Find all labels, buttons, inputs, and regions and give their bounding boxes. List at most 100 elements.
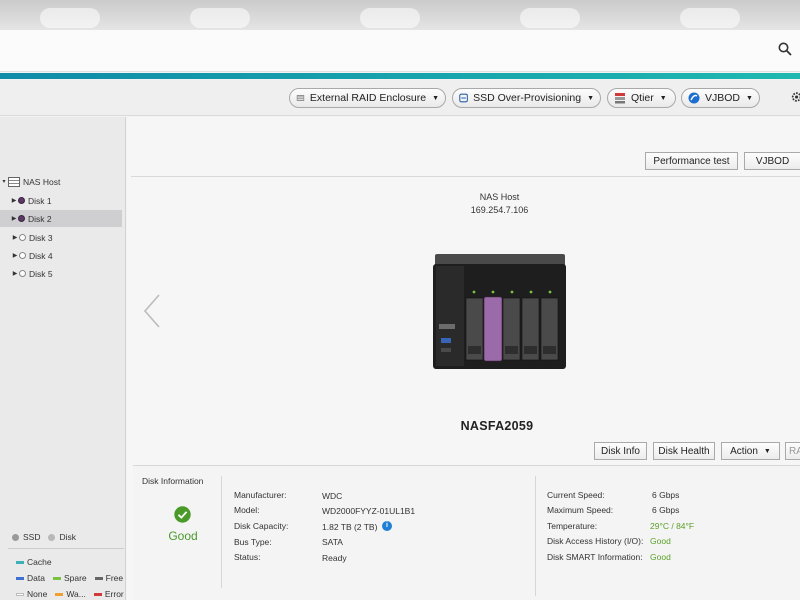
legend-ssd-label: SSD (23, 532, 41, 542)
error-swatch (93, 592, 102, 596)
maximum-speed-label: Maximum Speed: (547, 505, 614, 515)
tree-item-label: Disk 5 (29, 268, 53, 279)
raid-button[interactable]: RA (785, 442, 800, 460)
ssd-over-provisioning-label: SSD Over-Provisioning (473, 92, 582, 104)
tree-item-disk-2[interactable]: ▶ Disk 2 (0, 210, 122, 227)
tree-item-disk-1[interactable]: ▶ Disk 1 (0, 192, 122, 209)
expand-arrow-icon[interactable]: ▶ (11, 270, 19, 277)
warning-swatch (55, 592, 64, 596)
legend-none-label: None (27, 589, 48, 599)
data-swatch (16, 576, 24, 580)
disk-status-icon (19, 252, 26, 259)
action-button[interactable]: Action ▼ (721, 442, 780, 460)
check-circle-icon (174, 506, 191, 523)
legend-type: SSD Disk (12, 532, 76, 542)
cache-swatch (16, 560, 24, 564)
legend-row-1: Data Spare Free (16, 573, 123, 583)
sidebar: ▾ NAS Host ▶ Disk 1 ▶ Disk 2 ▶ Disk 3 ▶ … (0, 117, 126, 600)
status-label: Status: (234, 552, 261, 562)
vjbod-icon (688, 92, 700, 104)
legend-error-label: Error (104, 589, 124, 599)
info-icon[interactable]: i (382, 521, 392, 531)
legend-cache-label: Cache (27, 557, 52, 567)
temperature-value: 29°C / 84°F (650, 521, 695, 531)
model-value: WD2000FYYZ-01UL1B1 (322, 506, 416, 516)
tree-item-label: Disk 2 (28, 213, 52, 224)
enclosure-icon (296, 95, 305, 101)
qtier-button[interactable]: Qtier ▼ (607, 88, 676, 108)
tree-item-label: Disk 4 (29, 250, 53, 261)
action-label: Action (730, 445, 758, 457)
nas-host-ip: 169.254.7.106 (470, 205, 529, 215)
external-raid-enclosure-label: External RAID Enclosure (309, 92, 427, 104)
disk-smart-information-link[interactable]: Good (650, 552, 671, 562)
tree-item-nas-host[interactable]: ▾ NAS Host (0, 173, 122, 190)
app-window: External RAID Enclosure ▼ SSD Over-Provi… (0, 30, 800, 600)
performance-test-button[interactable]: Performance test (645, 152, 738, 170)
device-name: NASFA2059 (460, 419, 534, 433)
disk-capacity-value: 1.82 TB (2 TB) (322, 522, 378, 532)
tree-item-label: Disk 1 (28, 195, 52, 206)
external-raid-enclosure-button[interactable]: External RAID Enclosure ▼ (289, 88, 446, 108)
qtier-icon (615, 93, 625, 104)
expand-arrow-icon[interactable]: ▶ (10, 197, 18, 204)
bus-type-label: Bus Type: (234, 537, 272, 547)
expand-arrow-icon[interactable]: ▶ (11, 234, 19, 241)
tree-item-disk-4[interactable]: ▶ Disk 4 (0, 247, 122, 264)
free-swatch (94, 576, 103, 580)
current-speed-label: Current Speed: (547, 490, 605, 500)
vjbod-toolbar-label: VJBOD (705, 92, 741, 104)
vjbod-toolbar-button[interactable]: VJBOD ▼ (681, 88, 760, 108)
disk-access-history-label: Disk Access History (I/O): (547, 536, 644, 546)
chevron-down-icon: ▼ (746, 94, 753, 102)
status-value: Ready (322, 553, 347, 563)
disk-status-icon (19, 234, 26, 241)
current-speed-value: 6 Gbps (652, 490, 680, 500)
legend-divider (8, 548, 124, 549)
panel-divider (221, 476, 222, 588)
none-swatch (16, 592, 24, 596)
ssd-over-provisioning-button[interactable]: SSD Over-Provisioning ▼ (452, 88, 601, 108)
temperature-label: Temperature: (547, 521, 598, 531)
ssd-legend-icon (12, 533, 19, 541)
spare-swatch (52, 576, 61, 580)
legend-spare-label: Spare (63, 573, 87, 583)
nas-host-title: NAS Host (479, 192, 520, 202)
tree-item-disk-5[interactable]: ▶ Disk 5 (0, 265, 122, 282)
legend-row-2: None Wa... Error (16, 589, 124, 599)
disk-status-icon (18, 215, 25, 222)
model-label: Model: (234, 505, 260, 515)
expand-arrow-icon[interactable]: ▶ (11, 252, 19, 259)
health-status-label: Good (168, 529, 198, 543)
legend-free-label: Free (105, 573, 124, 583)
gear-icon[interactable] (788, 90, 800, 104)
search-icon[interactable] (778, 42, 792, 56)
maximum-speed-value: 6 Gbps (652, 505, 680, 515)
qtier-label: Qtier (631, 92, 654, 104)
disk-smart-information-label: Disk SMART Information: (547, 552, 643, 562)
disk-status-icon (19, 270, 26, 277)
vjbod-button[interactable]: VJBOD (744, 152, 800, 170)
accent-strip (0, 73, 800, 79)
disk-legend-icon (48, 533, 56, 541)
legend-disk-label: Disk (59, 532, 77, 542)
chevron-down-icon: ▼ (763, 447, 771, 455)
monitor-bezel (0, 0, 800, 34)
panel-divider (535, 476, 536, 596)
main-panel: Performance test VJBOD NAS Host 169.254.… (127, 117, 800, 600)
disk-access-history-link[interactable]: Good (650, 536, 671, 546)
previous-arrow-icon[interactable] (142, 292, 162, 330)
expand-arrow-icon[interactable]: ▶ (10, 215, 18, 222)
chevron-down-icon: ▼ (659, 94, 667, 102)
legend-cache: Cache (16, 557, 52, 567)
tree-item-disk-3[interactable]: ▶ Disk 3 (0, 229, 122, 246)
collapse-arrow-icon[interactable]: ▾ (0, 178, 8, 185)
title-bar (0, 30, 800, 72)
legend-data-label: Data (27, 573, 45, 583)
disk-information-title: Disk Information (142, 476, 204, 486)
nas-device-image (433, 254, 566, 369)
disk-info-button[interactable]: Disk Info (594, 442, 647, 460)
disk-health-button[interactable]: Disk Health (653, 442, 715, 460)
manufacturer-label: Manufacturer: (234, 490, 287, 500)
bus-type-value: SATA (322, 537, 343, 547)
